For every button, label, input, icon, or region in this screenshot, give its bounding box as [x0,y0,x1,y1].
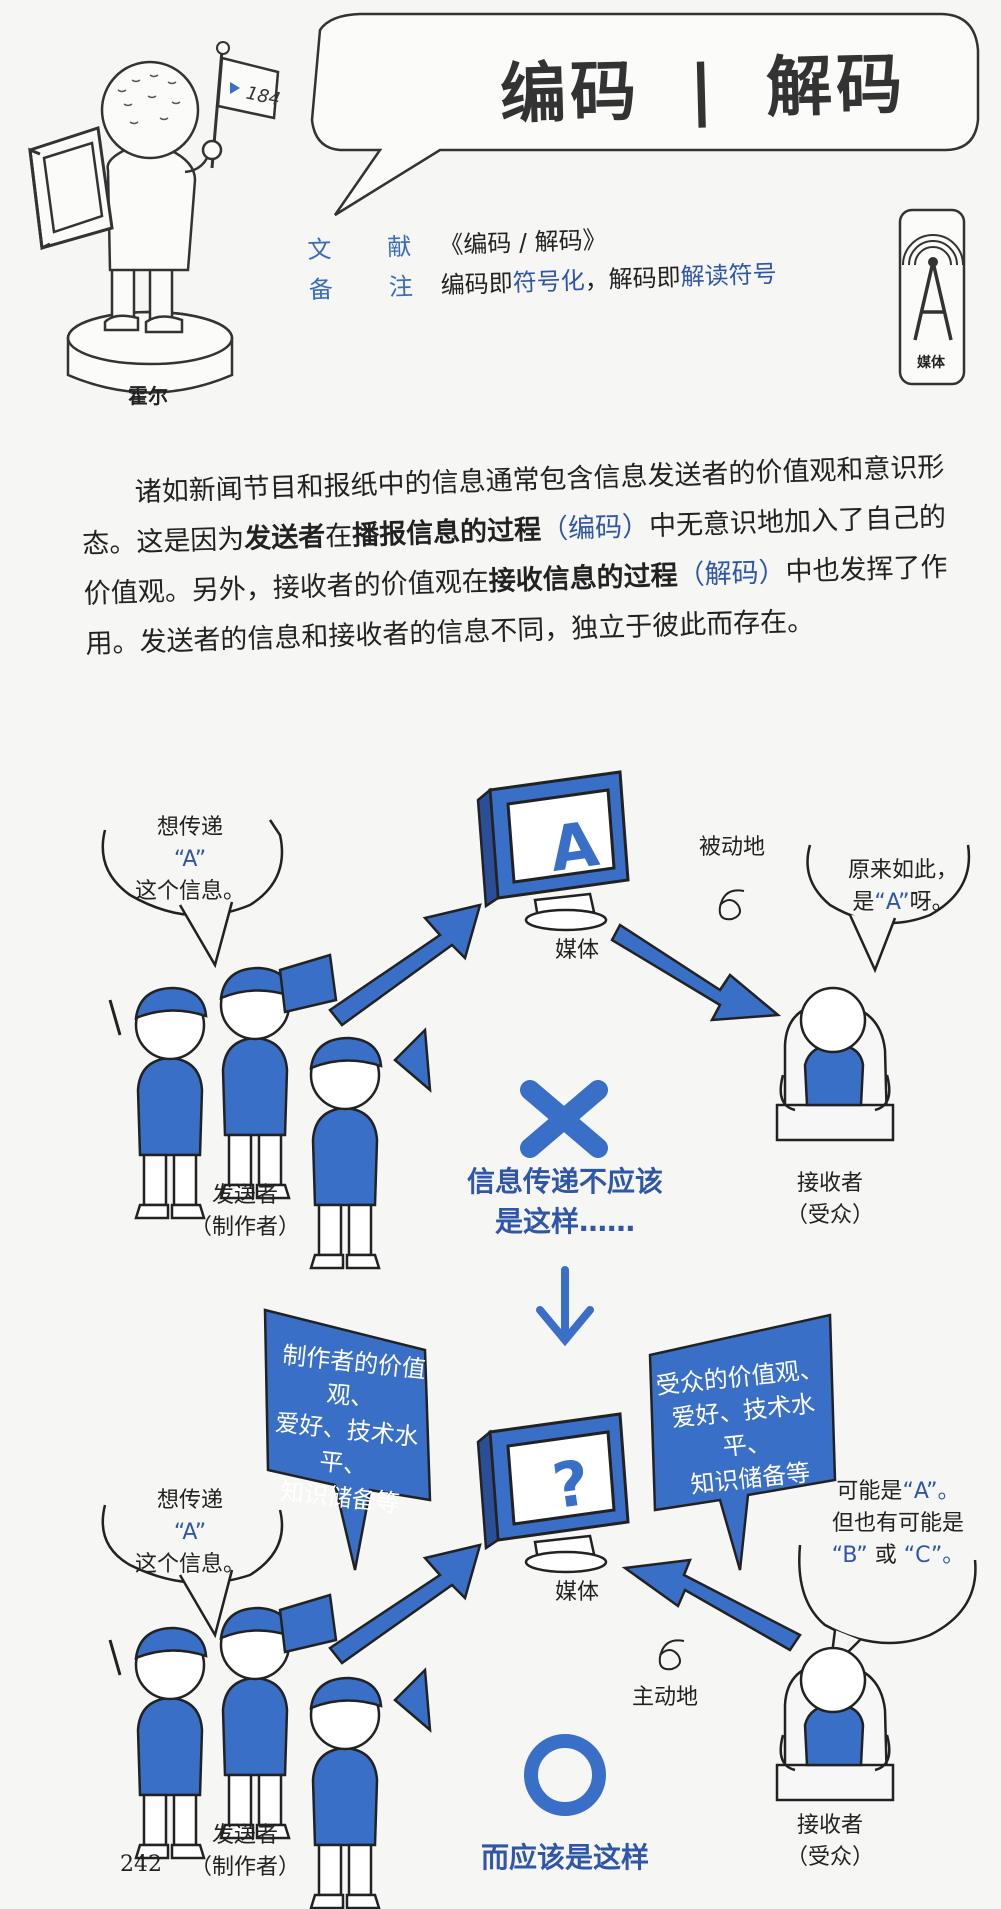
top-receiver-line-2a: 是 [852,889,875,915]
top-receiver-bubble-text: 原来如此， 是“A”呀。 [828,855,978,919]
bottom-receiver-line-1a: 可能是 [836,1479,903,1504]
bottom-sender-subtitle: （制作者） [189,1854,300,1880]
bottom-receiver-line-1: 可能是“A”。 [808,1476,988,1508]
top-passive-label: 被动地 [698,835,765,860]
wrong-caption: 信息传递不应该 是这样…… [440,1162,690,1242]
bottom-media-label: 媒体 [554,1580,599,1605]
top-receiver-title: 接收者 [796,1171,863,1196]
top-receiver-line-2c: 呀。 [909,889,954,915]
bottom-active-label: 主动地 [631,1685,698,1710]
right-caption: 而应该是这样 [480,1841,649,1874]
diagram-illustration [101,770,977,1909]
top-media-label: 媒体 [554,938,599,963]
page-number: 242 [120,1852,162,1877]
top-receiver-line-2: 是“A”呀。 [828,887,978,919]
bottom-sender-bubble-text: 想传递 “A” 这个信息。 [100,1485,280,1581]
bottom-sender-title: 发送者 [211,1823,278,1848]
top-sender-line-1: 想传递 [156,815,223,840]
right-o-mark [524,1734,606,1816]
wrong-caption-line-1: 信息传递不应该 [466,1165,663,1198]
top-sender-label: 发送者 （制作者） [170,1180,320,1244]
bottom-sender-line-2: “A” [173,1519,207,1545]
down-arrow [536,1266,594,1347]
top-arrow-to-receiver [610,923,782,1022]
top-sender-bubble-text: 想传递 “A” 这个信息。 [100,812,280,908]
bottom-receiver-line-1b: “A”。 [902,1479,960,1504]
bottom-sender-line-1: 想传递 [156,1488,223,1513]
top-sender-line-3: 这个信息。 [134,878,245,904]
wrong-caption-line-2: 是这样…… [494,1205,635,1238]
bottom-receiver-line-2: 但也有可能是 [831,1510,964,1536]
producer-panel-text: 制作者的价值观、 爱好、技术水平、 知识储备等 [254,1337,441,1524]
top-arrow-to-media [328,903,482,1027]
bottom-sender-line-3: 这个信息。 [134,1551,245,1577]
bottom-receiver-subtitle: （受众） [785,1844,874,1870]
bottom-sender-label: 发送者 （制作者） [170,1820,320,1884]
wrong-x-mark [520,1080,608,1158]
top-media-letter: A [545,807,603,886]
top-sender-subtitle: （制作者） [189,1214,300,1240]
bottom-receiver-title: 接收者 [796,1813,863,1838]
bottom-receiver-line-3c: “C”。 [903,1542,965,1568]
bottom-receiver-line-3a: “B” [831,1542,868,1568]
top-receiver-line-1: 原来如此， [847,858,958,883]
top-receiver-label: 接收者 （受众） [760,1168,900,1232]
bottom-receiver-label: 接收者 （受众） [760,1810,900,1874]
bottom-receiver-bubble-text: 可能是“A”。 但也有可能是 “B” 或 “C”。 [808,1476,988,1572]
bottom-receiver-line-3b: 或 [874,1542,897,1568]
top-receiver-line-2b: “A” [874,889,910,915]
bottom-receiver-line-3: “B” 或 “C”。 [808,1540,988,1572]
top-receiver-subtitle: （受众） [785,1202,874,1228]
top-sender-line-2: “A” [173,846,207,872]
top-sender-title: 发送者 [211,1183,278,1208]
